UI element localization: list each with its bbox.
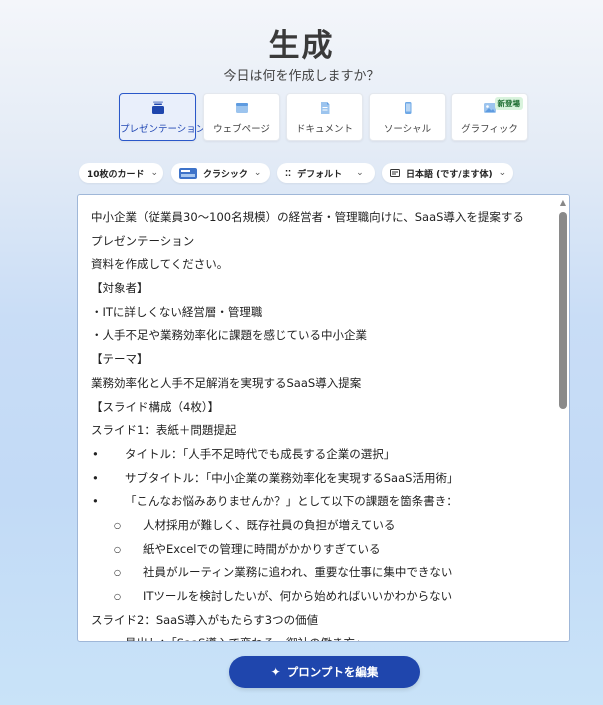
type-social-label: ソーシャル (383, 124, 432, 135)
language-dropdown[interactable]: 日本語 (です/ます体) ⌄ (382, 163, 513, 183)
scrollbar-thumb[interactable] (559, 212, 567, 409)
theme-value: クラシック (203, 169, 248, 180)
phone-icon (370, 101, 445, 115)
page-subtitle: 今日は何を作成しますか？ (223, 69, 380, 84)
presentation-icon (120, 101, 195, 115)
type-graphic-button[interactable]: 新登場 グラフィック (451, 93, 528, 141)
new-badge: 新登場 (494, 97, 523, 110)
chevron-down-icon: ⌄ (253, 168, 262, 178)
card-count-value: 10枚のカード (87, 169, 145, 180)
prompt-line: スライド1：表紙＋問題提起 (91, 423, 237, 438)
prompt-line: スライド2：SaaS導入がもたらす3つの価値 (91, 612, 319, 627)
prompt-line: 人材採用が難しく、既存社員の負担が増えている (91, 514, 553, 538)
prompt-line: 【スライド構成（4枚）】 (91, 399, 220, 414)
prompt-line: 「こんなお悩みありませんか？」として以下の課題を箇条書き： (91, 490, 553, 514)
prompt-line: 中小企業（従業員30〜100名規模）の経営者・管理職向けに、SaaS導入を提案す… (91, 210, 524, 224)
style-value: デフォルト (297, 169, 343, 180)
prompt-line: ITツールを検討したいが、何から始めればいいかわからない (91, 585, 553, 609)
prompt-line: 【対象者】 (91, 281, 149, 296)
theme-thumbnail-icon (179, 167, 197, 179)
chevron-down-icon: ⌄ (498, 168, 507, 178)
webpage-icon (204, 101, 279, 115)
prompt-line: 社員がルーティン業務に追われ、重要な仕事に集中できない (91, 561, 553, 585)
language-value: 日本語 (です/ます体) (406, 169, 493, 180)
scrollbar[interactable]: ▲ (557, 195, 569, 641)
prompt-line: 資料を作成してください。 (91, 257, 229, 272)
type-webpage-button[interactable]: ウェブページ (203, 93, 280, 141)
chevron-down-icon: ⌄ (150, 168, 159, 178)
type-presentation-label: プレゼンテーション (120, 124, 206, 135)
dots-icon: ⁚⁚ (285, 168, 292, 178)
type-webpage-label: ウェブページ (213, 124, 270, 135)
language-icon (390, 169, 400, 177)
prompt-line: プレゼンテーション (91, 233, 195, 248)
prompt-line: ・人手不足や業務効率化に課題を感じている中小企業 (91, 328, 367, 343)
theme-dropdown[interactable]: クラシック ⌄ (171, 163, 270, 183)
chevron-down-icon: ⌄ (356, 168, 364, 178)
edit-prompt-button[interactable]: ✦ プロンプトを編集 (229, 656, 420, 688)
edit-prompt-label: プロンプトを編集 (286, 665, 379, 679)
prompt-line: 紙やExcelでの管理に時間がかかりすぎている (91, 538, 553, 562)
type-document-label: ドキュメント (295, 124, 353, 135)
style-dropdown[interactable]: ⁚⁚ デフォルト ⌄ (277, 163, 375, 183)
sparkle-icon: ✦ (270, 665, 281, 679)
prompt-line: サブタイトル：「中小企業の業務効率化を実現するSaaS活用術」 (91, 467, 553, 491)
prompt-line: 業務効率化と人手不足解消を実現するSaaS導入提案 (91, 375, 362, 390)
prompt-content: 中小企業（従業員30〜100名規模）の経営者・管理職向けに、SaaS導入を提案す… (91, 206, 553, 641)
type-document-button[interactable]: ドキュメント (286, 93, 363, 141)
document-icon (287, 101, 362, 115)
prompt-textarea[interactable]: 中小企業（従業員30〜100名規模）の経営者・管理職向けに、SaaS導入を提案す… (77, 194, 570, 642)
card-count-dropdown[interactable]: 10枚のカード ⌄ (79, 163, 163, 183)
prompt-line: 【テーマ】 (91, 352, 149, 367)
prompt-line: ・ITに詳しくない経営層・管理職 (91, 304, 263, 319)
type-presentation-button[interactable]: プレゼンテーション (119, 93, 206, 141)
scroll-up-arrow-icon[interactable]: ▲ (558, 199, 568, 207)
prompt-line: タイトル：「人手不足時代でも成長する企業の選択」 (91, 443, 553, 467)
content-type-selector: プレゼンテーション ウェブページ ドキュメント ソーシャル 新登場 グラフィック (119, 93, 529, 141)
type-graphic-label: グラフィック (461, 124, 518, 135)
type-social-button[interactable]: ソーシャル (369, 93, 446, 141)
page-title: 生成 (268, 28, 335, 64)
prompt-line: 見出し：「SaaS導入で変わる、御社の働き方」 (91, 632, 553, 641)
